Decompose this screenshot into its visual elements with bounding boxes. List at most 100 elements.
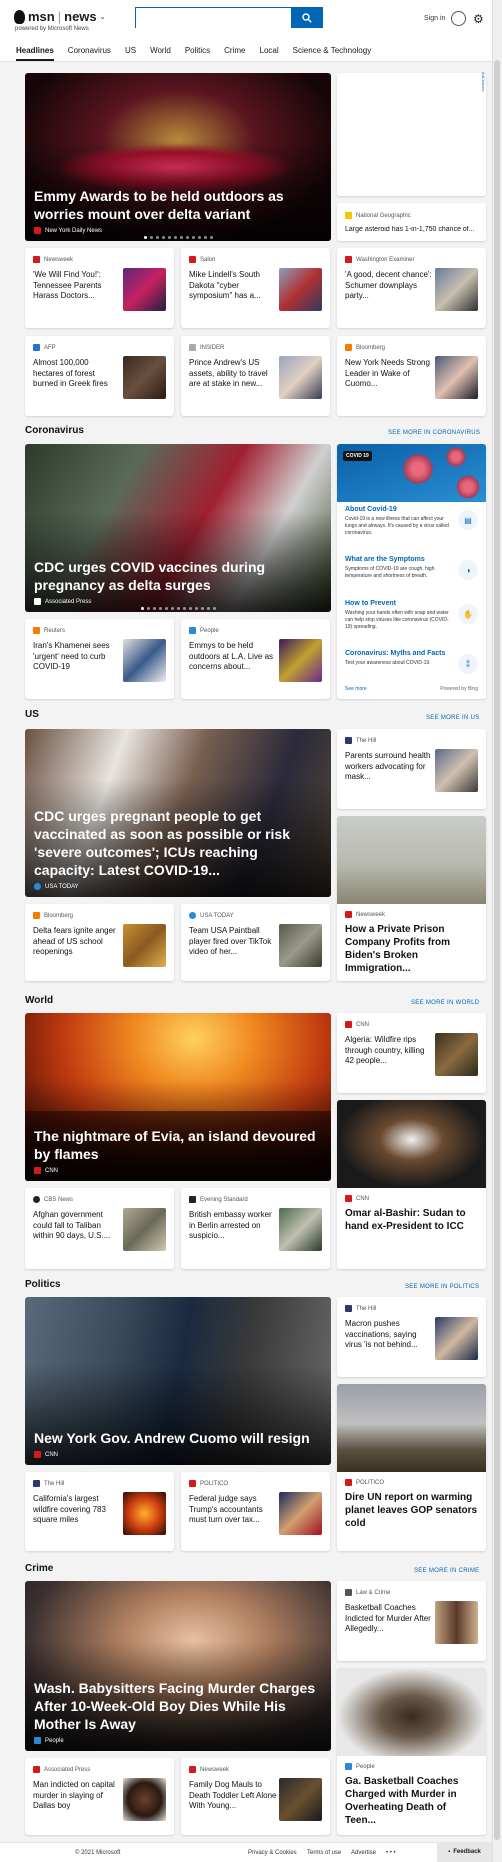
- source-name: INSIDER: [200, 344, 225, 351]
- source-logo-icon: [345, 1479, 352, 1486]
- sign-in-link[interactable]: Sign in: [424, 15, 445, 22]
- news-card[interactable]: Washington Examiner 'A good, decent chan…: [337, 248, 486, 328]
- news-card[interactable]: The Hill Parents surround health workers…: [337, 729, 486, 809]
- hero-source-name: CNN: [45, 1451, 58, 1458]
- see-more-us-link[interactable]: SEE MORE IN US: [426, 715, 480, 721]
- section-heading-world: World: [25, 995, 54, 1006]
- side-news-card[interactable]: National Geographic Large asteroid has 1…: [337, 203, 486, 241]
- more-options-icon[interactable]: • • •: [386, 1850, 396, 1856]
- card-thumbnail: [435, 1601, 478, 1644]
- source-name: Law & Crime: [356, 1589, 391, 1596]
- card-source: Washington Examiner: [345, 256, 414, 263]
- card-title: California's largest wildfire covering 7…: [33, 1494, 106, 1524]
- tab-politics[interactable]: Politics: [185, 46, 210, 61]
- privacy-link[interactable]: Privacy & Cookies: [248, 1850, 297, 1856]
- news-card[interactable]: Reuters Iran's Khamenei sees 'urgent' ne…: [25, 619, 174, 699]
- card-source: People: [345, 1763, 375, 1770]
- covid-see-more-link[interactable]: See more: [345, 686, 367, 692]
- news-card[interactable]: The Hill Macron pushes vaccinations, say…: [337, 1297, 486, 1377]
- card-thumbnail: [279, 1492, 322, 1535]
- news-card[interactable]: Bloomberg New York Needs Strong Leader i…: [337, 336, 486, 416]
- covid-item-symptoms[interactable]: What are the Symptoms Symptoms of COVID-…: [345, 556, 478, 580]
- card-source: CBS News: [33, 1196, 73, 1203]
- feedback-label: Feedback: [453, 1849, 481, 1855]
- carousel-dots[interactable]: [25, 607, 331, 610]
- card-source: People: [189, 627, 219, 634]
- source-name: The Hill: [44, 1480, 65, 1487]
- see-more-world-link[interactable]: SEE MORE IN WORLD: [411, 1000, 479, 1006]
- news-card[interactable]: Newsweek Family Dog Mauls to Death Toddl…: [181, 1758, 330, 1835]
- tab-local[interactable]: Local: [260, 46, 279, 61]
- coronavirus-hero-card[interactable]: CDC urges COVID vaccines during pregnanc…: [25, 444, 331, 612]
- covid-item-desc: Test your awareness about COVID-19.: [345, 660, 431, 666]
- news-card[interactable]: AFP Almost 100,000 hectares of forest bu…: [25, 336, 174, 416]
- news-card-tall[interactable]: POLITICO Dire UN report on warming plane…: [337, 1384, 486, 1551]
- news-card[interactable]: Bloomberg Delta fears ignite anger ahead…: [25, 904, 174, 981]
- search-button[interactable]: [291, 7, 323, 28]
- politics-hero-card[interactable]: New York Gov. Andrew Cuomo will resign C…: [25, 1297, 331, 1465]
- see-more-crime-link[interactable]: SEE MORE IN CRIME: [414, 1568, 479, 1574]
- news-card[interactable]: USA TODAY Team USA Paintball player fire…: [181, 904, 330, 981]
- covid-item-about[interactable]: About Covid-19 Covid-19 is a new illness…: [345, 506, 478, 537]
- news-card[interactable]: CNN Algeria: Wildfire rips through count…: [337, 1013, 486, 1093]
- source-logo-icon: [33, 256, 40, 263]
- us-hero-card[interactable]: CDC urges pregnant people to get vaccina…: [25, 729, 331, 897]
- news-card[interactable]: CBS News Afghan government could fall to…: [25, 1188, 174, 1269]
- source-logo-icon: [189, 1196, 196, 1203]
- advertise-link[interactable]: Advertise: [351, 1850, 376, 1856]
- footer: © 2021 Microsoft Privacy & Cookies Terms…: [0, 1842, 492, 1862]
- world-hero-card[interactable]: The nightmare of Evia, an island devoure…: [25, 1013, 331, 1181]
- tab-us[interactable]: US: [125, 46, 136, 61]
- news-card-tall[interactable]: CNN Omar al-Bashir: Sudan to hand ex-Pre…: [337, 1100, 486, 1269]
- source-logo-icon: [34, 598, 41, 605]
- card-source: POLITICO: [189, 1480, 228, 1487]
- news-card[interactable]: Salon Mike Lindell's South Dakota "cyber…: [181, 248, 330, 328]
- news-card[interactable]: The Hill California's largest wildfire c…: [25, 1472, 174, 1551]
- msn-news-logo[interactable]: msn | news ⌄: [14, 9, 106, 24]
- avatar-icon[interactable]: [451, 11, 466, 26]
- news-card-tall[interactable]: Newsweek How a Private Prison Company Pr…: [337, 816, 486, 981]
- covid-item-prevent[interactable]: How to Prevent Washing your hands often …: [345, 600, 478, 631]
- covid-item-myths[interactable]: Coronavirus: Myths and Facts Test your a…: [345, 650, 478, 674]
- news-card[interactable]: POLITICO Federal judge says Trump's acco…: [181, 1472, 330, 1551]
- source-logo-icon: [189, 1480, 196, 1487]
- carousel-dots[interactable]: [25, 236, 331, 239]
- tab-science-technology[interactable]: Science & Technology: [293, 46, 372, 61]
- scrollbar-thumb[interactable]: [494, 60, 500, 1840]
- source-logo-icon: [34, 1167, 41, 1174]
- source-logo-icon: [345, 256, 352, 263]
- news-card[interactable]: Newsweek 'We Will Find You!': Tennessee …: [25, 248, 174, 328]
- source-name: Evening Standard: [200, 1196, 248, 1203]
- card-title: New York Needs Strong Leader in Wake of …: [345, 358, 430, 388]
- news-card-tall[interactable]: People Ga. Basketball Coaches Charged wi…: [337, 1668, 486, 1835]
- card-source: Newsweek: [345, 911, 385, 918]
- hero-headline: New York Gov. Andrew Cuomo will resign: [34, 1430, 310, 1446]
- news-card[interactable]: Associated Press Man indicted on capital…: [25, 1758, 174, 1835]
- source-name: CNN: [356, 1021, 369, 1028]
- terms-link[interactable]: Terms of use: [307, 1850, 341, 1856]
- source-logo-icon: [345, 1763, 352, 1770]
- source-name: Washington Examiner: [356, 256, 415, 263]
- ad-choices-label[interactable]: AdChoices: [481, 72, 486, 91]
- virus-icon: [455, 474, 481, 500]
- tab-world[interactable]: World: [150, 46, 171, 61]
- see-more-politics-link[interactable]: SEE MORE IN POLITICS: [405, 1284, 479, 1290]
- gear-icon[interactable]: ⚙: [473, 13, 484, 25]
- see-more-coronavirus-link[interactable]: SEE MORE IN CORONAVIRUS: [388, 430, 480, 436]
- news-card[interactable]: Evening Standard British embassy worker …: [181, 1188, 330, 1269]
- headline-hero-card[interactable]: Emmy Awards to be held outdoors as worri…: [25, 73, 331, 241]
- source-logo-icon: [189, 1766, 196, 1773]
- source-logo-icon: [33, 1480, 40, 1487]
- covid-badge: COVID 19: [343, 451, 372, 461]
- covid-item-title: Coronavirus: Myths and Facts: [345, 650, 446, 657]
- tab-headlines[interactable]: Headlines: [16, 46, 54, 61]
- news-card[interactable]: INSIDER Prince Andrew's US assets, abili…: [181, 336, 330, 416]
- card-thumbnail: [279, 639, 322, 682]
- news-card[interactable]: People Emmys to be held outdoors at L.A.…: [181, 619, 330, 699]
- hero-headline: The nightmare of Evia, an island devoure…: [34, 1128, 316, 1162]
- tab-crime[interactable]: Crime: [224, 46, 245, 61]
- feedback-button[interactable]: ▪ Feedback: [437, 1842, 492, 1862]
- news-card[interactable]: Law & Crime Basketball Coaches Indicted …: [337, 1581, 486, 1661]
- crime-hero-card[interactable]: Wash. Babysitters Facing Murder Charges …: [25, 1581, 331, 1751]
- tab-coronavirus[interactable]: Coronavirus: [68, 46, 111, 61]
